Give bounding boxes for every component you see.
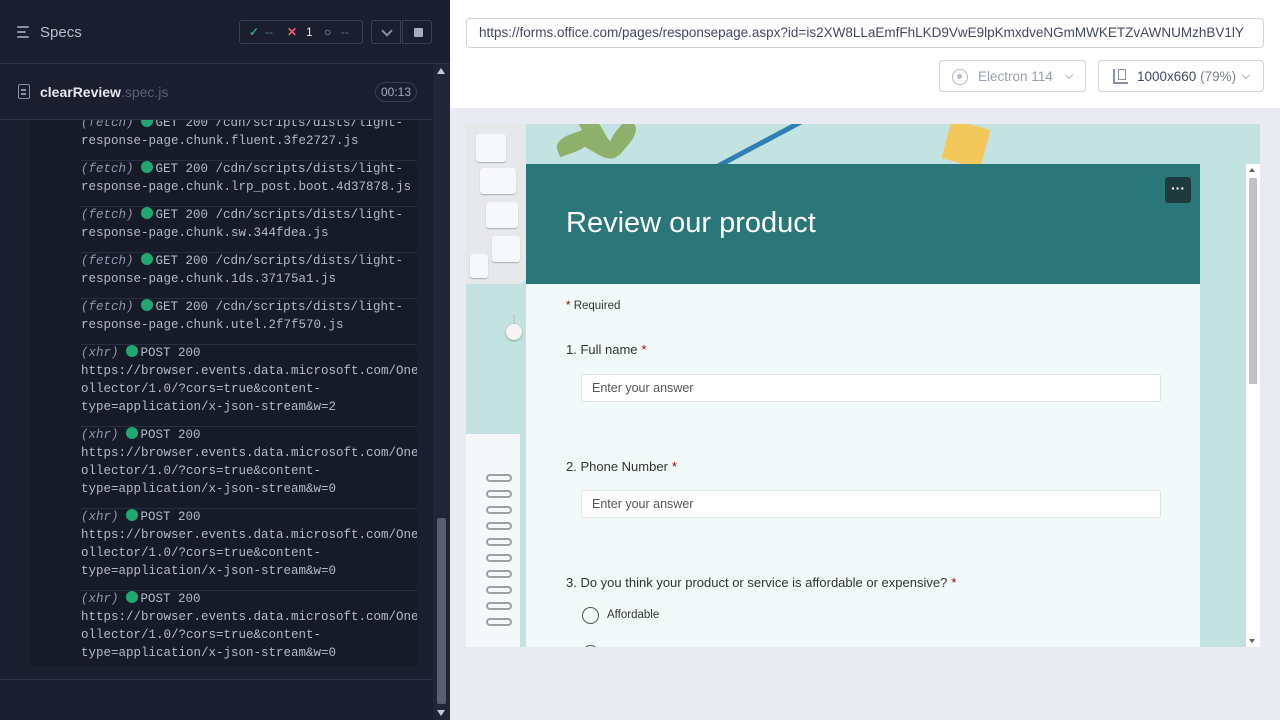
more-options-button[interactable]: ···: [1165, 177, 1191, 203]
command-log[interactable]: (fetch) GET 200 /cdn/scripts/dists/light-…: [30, 120, 417, 666]
log-entry[interactable]: (fetch) GET 200 /cdn/scripts/dists/light-…: [81, 206, 417, 242]
viewport-selector[interactable]: 1000x660 (79%): [1098, 60, 1264, 92]
sticky-note-decoration: [941, 124, 991, 169]
electron-icon: [952, 69, 968, 85]
plant-decoration: [536, 124, 656, 164]
specs-menu-icon[interactable]: [17, 26, 32, 39]
log-entry[interactable]: (fetch) GET 200 /cdn/scripts/dists/light-…: [81, 120, 417, 150]
spec-row: clearReview.spec.js 00:13: [0, 64, 432, 120]
scrollbar-thumb[interactable]: [437, 518, 446, 704]
app-scrollbar-thumb[interactable]: [1249, 178, 1257, 384]
log-entry[interactable]: (xhr) POST 200 https://browser.events.dat…: [81, 344, 417, 416]
scroll-up-arrow-icon[interactable]: [437, 68, 445, 74]
chevron-down-icon: [1241, 70, 1251, 80]
question-1-label: 1. Full name *: [566, 342, 647, 357]
form-header: Review our product ···: [526, 164, 1200, 284]
divider: [0, 679, 433, 680]
affordable-radio[interactable]: [582, 607, 599, 624]
spec-filename[interactable]: clearReview.spec.js: [40, 84, 168, 100]
pending-icon: ○: [324, 25, 332, 39]
log-entry[interactable]: (xhr) POST 200 https://browser.events.dat…: [81, 426, 417, 498]
log-entry[interactable]: (fetch) GET 200 /cdn/scripts/dists/light-…: [81, 252, 417, 288]
scroll-down-arrow-icon[interactable]: [1249, 639, 1255, 643]
browser-selector[interactable]: Electron 114: [939, 60, 1086, 92]
passed-icon: ✓: [249, 25, 260, 39]
keyboard-decoration: [466, 124, 526, 284]
required-note: * Required: [566, 300, 621, 312]
collapse-button[interactable]: [371, 20, 401, 44]
reporter-header: Specs ✓ -- ✕ 1 ○ --: [0, 0, 450, 64]
option-radio[interactable]: [582, 645, 599, 647]
scroll-up-arrow-icon[interactable]: [1249, 168, 1255, 172]
spec-duration: 00:13: [375, 82, 417, 102]
chevron-down-icon: [1064, 70, 1074, 80]
question-2-label: 2. Phone Number *: [566, 459, 677, 474]
app-scrollbar[interactable]: [1246, 164, 1260, 647]
test-stats: ✓ -- ✕ 1 ○ --: [239, 20, 363, 44]
failed-count: 1: [306, 25, 313, 39]
form-card: Review our product ··· * Required 1. Ful…: [526, 164, 1200, 647]
reporter-scrollbar[interactable]: [433, 64, 450, 720]
log-entry[interactable]: (xhr) POST 200 https://browser.events.dat…: [81, 508, 417, 580]
notebook-decoration: [466, 434, 520, 647]
ruler-icon: [1113, 69, 1128, 84]
app-under-test: Review our product ··· * Required 1. Ful…: [466, 124, 1260, 647]
preview-panel: https://forms.office.com/pages/responsep…: [450, 0, 1280, 720]
log-entry[interactable]: (fetch) GET 200 /cdn/scripts/dists/light-…: [81, 298, 417, 334]
viewport-size: 1000x660 (79%): [1137, 69, 1237, 84]
stop-button[interactable]: [402, 20, 432, 44]
pending-count: --: [341, 25, 349, 39]
file-icon: [18, 84, 30, 99]
scroll-down-arrow-icon[interactable]: [437, 710, 445, 716]
reporter-panel: Specs ✓ -- ✕ 1 ○ -- clearReview.spec.js …: [0, 0, 450, 720]
passed-count: --: [265, 25, 273, 39]
log-entry[interactable]: (xhr) POST 200 https://browser.events.dat…: [81, 590, 417, 662]
preview-toolbar: https://forms.office.com/pages/responsep…: [450, 0, 1280, 108]
affordable-label[interactable]: Affordable: [607, 609, 659, 621]
full-name-input[interactable]: Enter your answer: [581, 374, 1161, 402]
url-bar[interactable]: https://forms.office.com/pages/responsep…: [466, 18, 1264, 48]
browser-name: Electron 114: [978, 69, 1053, 84]
question-3-label: 3. Do you think your product or service …: [566, 575, 957, 590]
log-entry[interactable]: (fetch) GET 200 /cdn/scripts/dists/light-…: [81, 160, 417, 196]
phone-number-input[interactable]: Enter your answer: [581, 490, 1161, 518]
failed-icon: ✕: [287, 25, 298, 39]
pushpin-decoration: [506, 324, 522, 340]
specs-title[interactable]: Specs: [40, 24, 82, 41]
form-title: Review our product: [566, 207, 816, 239]
